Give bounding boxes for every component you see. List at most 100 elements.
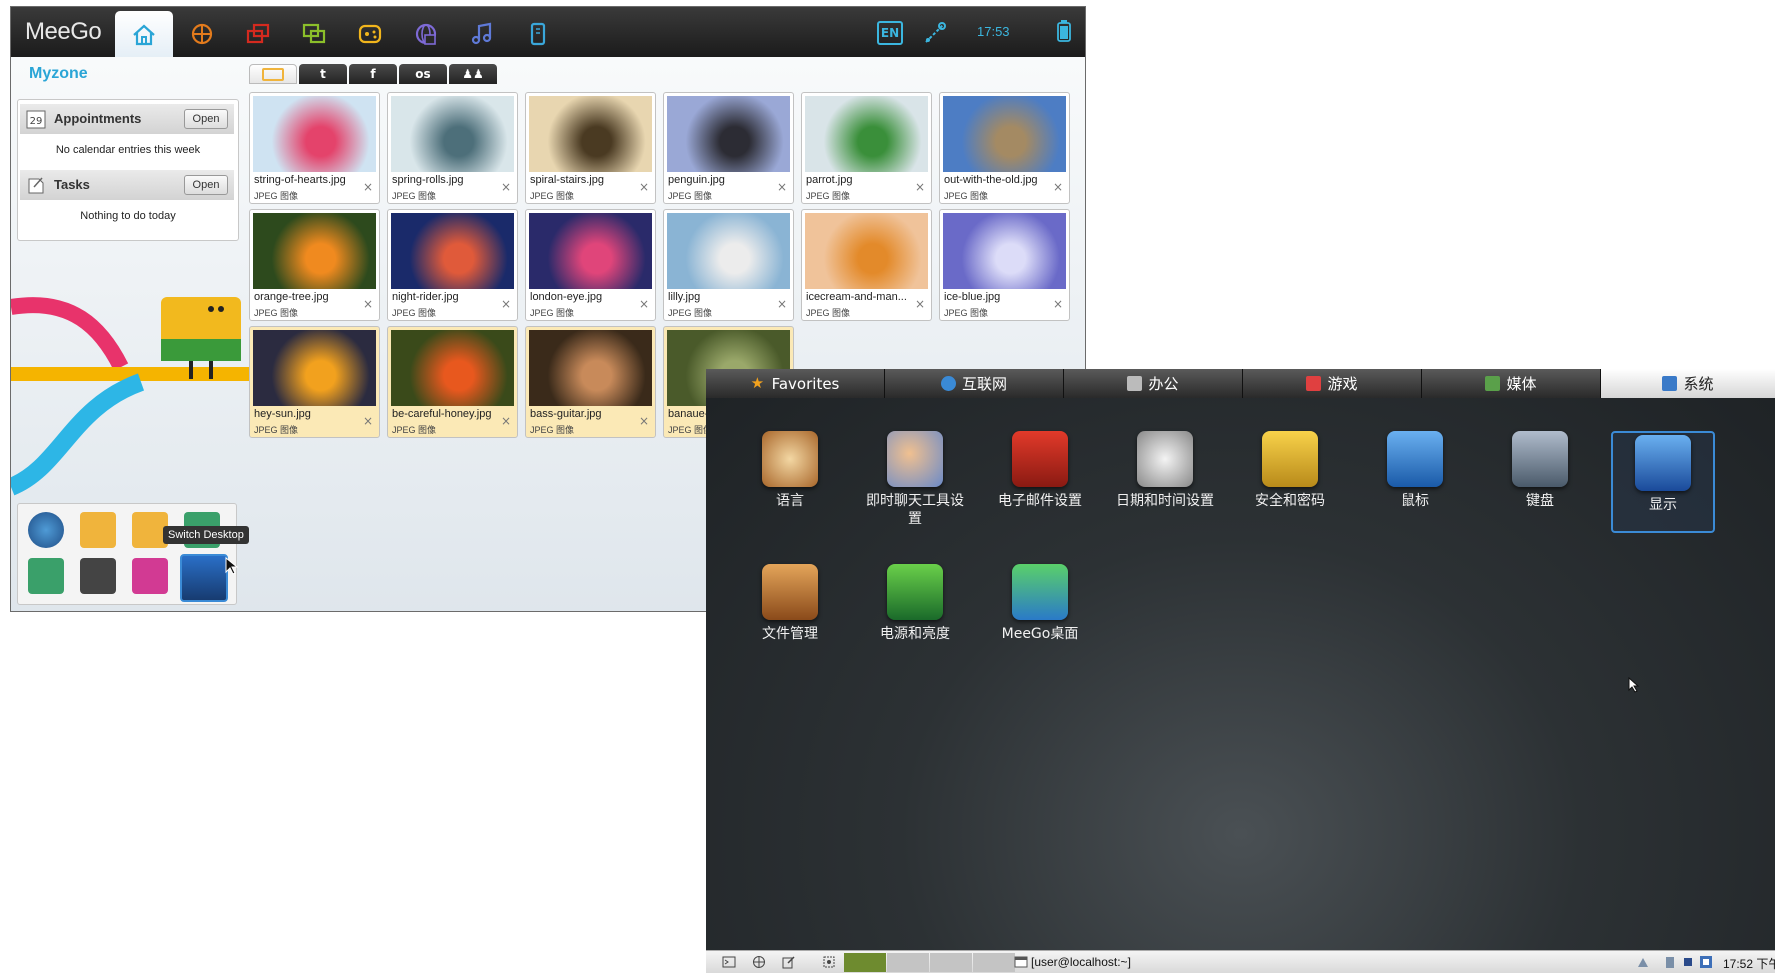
app-launcher-item[interactable]: 安全和密码 [1240,431,1340,510]
close-icon[interactable]: × [501,180,511,194]
photo-thumbnail[interactable] [391,330,514,406]
photo-card[interactable]: london-eye.jpg JPEG 图像 × [525,209,656,321]
tasks-open-button[interactable]: Open [184,175,228,195]
photo-thumbnail[interactable] [253,213,376,289]
close-icon[interactable]: × [639,180,649,194]
workspace-2[interactable] [887,953,929,972]
close-icon[interactable]: × [639,297,649,311]
photo-card[interactable]: string-of-hearts.jpg JPEG 图像 × [249,92,380,204]
photo-thumbnail[interactable] [529,213,652,289]
close-icon[interactable]: × [915,180,925,194]
photo-thumbnail[interactable] [667,213,790,289]
photo-card[interactable]: spring-rolls.jpg JPEG 图像 × [387,92,518,204]
close-icon[interactable]: × [363,414,373,428]
media-icon[interactable] [80,558,116,594]
people-tab[interactable] [285,11,343,57]
photo-card[interactable]: bass-guitar.jpg JPEG 图像 × [525,326,656,438]
globe-icon[interactable] [752,955,766,969]
photo-card[interactable]: hey-sun.jpg JPEG 图像 × [249,326,380,438]
photo-thumbnail[interactable] [529,96,652,172]
edit-icon[interactable] [782,955,796,969]
tab-lastfm[interactable]: os [399,64,447,84]
battery-icon[interactable] [1057,20,1071,42]
category-tab[interactable]: 媒体 [1422,369,1601,398]
workspace-1[interactable] [844,953,886,972]
app-launcher-item[interactable]: 键盘 [1490,431,1590,510]
category-tab[interactable]: 办公 [1064,369,1243,398]
close-icon[interactable]: × [1053,180,1063,194]
taskbar-clock[interactable]: 17:52 下午 [1723,955,1775,972]
photo-card[interactable]: night-rider.jpg JPEG 图像 × [387,209,518,321]
close-icon[interactable]: × [363,180,373,194]
app-launcher-item[interactable]: 即时聊天工具设置 [865,431,965,528]
terminal-icon[interactable] [722,955,736,969]
app-launcher-item[interactable]: 电源和亮度 [865,564,965,643]
app-launcher-item[interactable]: 电子邮件设置 [990,431,1090,510]
appointments-open-button[interactable]: Open [184,109,228,129]
app-launcher-item[interactable]: 鼠标 [1365,431,1465,510]
close-icon[interactable]: × [501,414,511,428]
photo-card[interactable]: lilly.jpg JPEG 图像 × [663,209,794,321]
close-icon[interactable]: × [777,297,787,311]
browser-icon[interactable] [28,512,64,548]
close-icon[interactable]: × [915,297,925,311]
photo-thumbnail[interactable] [391,213,514,289]
close-icon[interactable]: × [777,180,787,194]
app-launcher-item[interactable]: 日期和时间设置 [1115,431,1215,510]
category-tab[interactable]: 互联网 [885,369,1064,398]
internet-tab[interactable] [397,11,455,57]
close-icon[interactable]: × [1053,297,1063,311]
games-tab[interactable] [341,11,399,57]
workspace-3[interactable] [930,953,972,972]
music-tab[interactable] [453,11,511,57]
photo-thumbnail[interactable] [253,330,376,406]
tab-twitter[interactable]: t [299,64,347,84]
photo-card[interactable]: spiral-stairs.jpg JPEG 图像 × [525,92,656,204]
applications-tab[interactable] [229,11,287,57]
photo-card[interactable]: be-careful-honey.jpg JPEG 图像 × [387,326,518,438]
devices-tab[interactable] [509,11,567,57]
app-launcher-item[interactable]: MeeGo桌面 [990,564,1090,643]
photo-thumbnail[interactable] [805,213,928,289]
photo-card[interactable]: out-with-the-old.jpg JPEG 图像 × [939,92,1070,204]
language-indicator[interactable]: EN [877,21,903,45]
tab-myzone-feed[interactable] [249,64,297,84]
category-tab[interactable]: 游戏 [1243,369,1422,398]
photo-thumbnail[interactable] [391,96,514,172]
photo-thumbnail[interactable] [943,213,1066,289]
tray-display-icon[interactable] [1699,955,1713,969]
photo-thumbnail[interactable] [667,96,790,172]
app-launcher-item[interactable]: 文件管理 [740,564,840,643]
tray-square-icon[interactable] [1681,955,1695,969]
top-bar-clock[interactable]: 17:53 [977,24,1010,39]
network-icon[interactable] [921,19,949,47]
tray-app-icon[interactable] [1663,955,1677,969]
taskbar-window-button[interactable]: [user@localhost:~] [1031,955,1131,969]
photo-card[interactable]: parrot.jpg JPEG 图像 × [801,92,932,204]
photo-thumbnail[interactable] [529,330,652,406]
close-icon[interactable]: × [639,414,649,428]
category-tab[interactable]: ★ Favorites [706,369,885,398]
photo-card[interactable]: penguin.jpg JPEG 图像 × [663,92,794,204]
close-icon[interactable]: × [501,297,511,311]
workspace-4[interactable] [973,953,1015,972]
photo-thumbnail[interactable] [943,96,1066,172]
myzone-tab[interactable] [115,11,173,59]
photo-card[interactable]: orange-tree.jpg JPEG 图像 × [249,209,380,321]
network-tray-icon[interactable] [1636,955,1650,969]
screenshot-icon[interactable] [822,955,836,969]
photo-card[interactable]: icecream-and-man... JPEG 图像 × [801,209,932,321]
app-launcher-item[interactable]: 语言 [740,431,840,510]
category-tab[interactable]: 系统 [1601,369,1775,398]
photo-card[interactable]: ice-blue.jpg JPEG 图像 × [939,209,1070,321]
app-launcher-item[interactable]: 显示 [1611,431,1715,533]
tab-facebook[interactable]: f [349,64,397,84]
close-icon[interactable]: × [363,297,373,311]
search-app-icon[interactable] [28,558,64,594]
photo-thumbnail[interactable] [805,96,928,172]
email-icon[interactable] [80,512,116,548]
notes-icon[interactable] [132,558,168,594]
photo-thumbnail[interactable] [253,96,376,172]
zones-tab[interactable] [173,11,231,57]
tab-friends[interactable]: ♟♟ [449,64,497,84]
